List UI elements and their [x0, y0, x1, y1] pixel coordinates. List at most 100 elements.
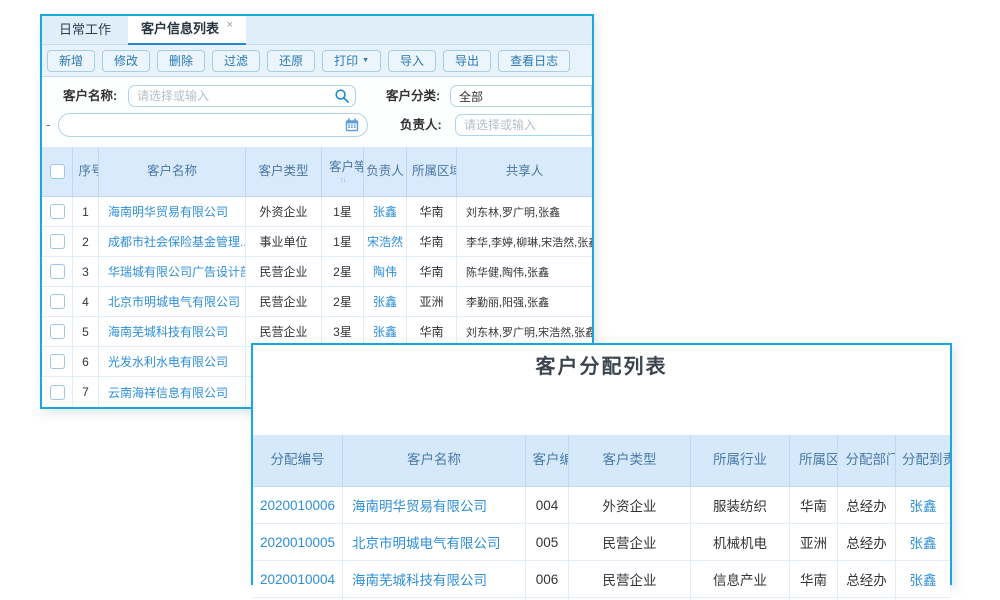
region-cell: 华南 — [407, 227, 457, 256]
row-checkbox[interactable] — [50, 324, 65, 339]
checkbox-cell — [42, 257, 73, 286]
restore-button[interactable]: 还原 — [267, 50, 315, 72]
page-canvas: 日常工作 客户信息列表 × 新增 修改 删除 过滤 还原 打印 ▼ 导入 导出 … — [0, 0, 1000, 600]
owner-cell[interactable]: 宋浩然 — [364, 227, 407, 256]
row-checkbox[interactable] — [50, 385, 65, 400]
owner-cell[interactable]: 张鑫 — [364, 287, 407, 316]
assignee-cell[interactable]: 张鑫 — [896, 487, 950, 523]
toolbar: 新增 修改 删除 过滤 还原 打印 ▼ 导入 导出 查看日志 — [42, 45, 592, 77]
col-customer-type: 客户类型 — [246, 147, 322, 196]
customer-name-label: 客户名称: — [63, 85, 117, 107]
customer-type-cell: 事业单位 — [246, 227, 322, 256]
customer-name-cell[interactable]: 云南海祥信息有限公司 — [99, 377, 246, 407]
assignee-cell[interactable]: 张鑫 — [896, 524, 950, 560]
filter-button[interactable]: 过滤 — [212, 50, 260, 72]
owner-cell[interactable]: 张鑫 — [364, 317, 407, 346]
col-customer-no: 客户编号 — [526, 435, 569, 486]
region-cell: 华南 — [790, 487, 838, 523]
tab-label: 日常工作 — [59, 22, 111, 37]
import-button[interactable]: 导入 — [388, 50, 436, 72]
assignee-cell[interactable]: 张鑫 — [896, 561, 950, 597]
region-cell: 华南 — [407, 317, 457, 346]
region-cell: 华南 — [407, 257, 457, 286]
customer-name-cell[interactable]: 北京市明城电气有限公司 — [99, 287, 246, 316]
date-input[interactable] — [58, 113, 368, 137]
owner-cell[interactable]: 陶伟 — [364, 257, 407, 286]
customer-no-cell: 005 — [526, 524, 569, 560]
col-customer-name: 客户名称 — [343, 435, 526, 486]
col-department: 分配部门 — [838, 435, 896, 486]
select-all-checkbox[interactable] — [50, 164, 65, 179]
checkbox-cell — [42, 197, 73, 226]
allocation-id-cell[interactable]: 2020010005 — [253, 524, 343, 560]
customer-type-cell: 民营企业 — [569, 561, 691, 597]
panel-title: 客户分配列表 — [253, 345, 950, 383]
view-log-button[interactable]: 查看日志 — [498, 50, 570, 72]
customer-type-cell: 外资企业 — [569, 487, 691, 523]
industry-cell: 服装纺织 — [691, 487, 790, 523]
customer-type-cell: 外资企业 — [246, 197, 322, 226]
seq-cell: 7 — [73, 377, 99, 407]
seq-cell: 4 — [73, 287, 99, 316]
col-customer-grade[interactable]: 客户等级↑↓ — [322, 147, 364, 196]
print-button[interactable]: 打印 ▼ — [322, 50, 381, 72]
table-row[interactable]: 4北京市明城电气有限公司民营企业2星张鑫亚洲李勤丽,阳强,张鑫 — [42, 287, 592, 317]
delete-button[interactable]: 删除 — [157, 50, 205, 72]
col-owner: 负责人 — [364, 147, 407, 196]
industry-cell: 信息产业 — [691, 561, 790, 597]
checkbox-header-cell — [42, 147, 73, 196]
row-checkbox[interactable] — [50, 264, 65, 279]
customer-name-cell[interactable]: 海南芜城科技有限公司 — [99, 317, 246, 346]
customer-name-cell[interactable]: 华瑞城有限公司广告设计部 — [99, 257, 246, 286]
col-customer-type: 客户类型 — [569, 435, 691, 486]
customer-no-cell: 006 — [526, 561, 569, 597]
new-button[interactable]: 新增 — [47, 50, 95, 72]
row-checkbox[interactable] — [50, 204, 65, 219]
table-row[interactable]: 2成都市社会保险基金管理...事业单位1星宋浩然华南李华,李婷,柳琳,宋浩然,张… — [42, 227, 592, 257]
caret-down-icon: ▼ — [362, 51, 369, 71]
customer-category-select[interactable] — [450, 85, 592, 107]
table-row[interactable]: 2020010005北京市明城电气有限公司005民营企业机械机电亚洲总经办张鑫 — [253, 524, 950, 561]
export-button[interactable]: 导出 — [443, 50, 491, 72]
region-cell: 华南 — [407, 197, 457, 226]
customer-name-cell[interactable]: 海南芜城科技有限公司 — [343, 561, 526, 597]
col-allocation-id: 分配编号 — [253, 435, 343, 486]
tab-daily-work[interactable]: 日常工作 — [42, 16, 128, 44]
search-icon[interactable] — [334, 88, 350, 104]
customer-name-input[interactable] — [128, 85, 356, 107]
table-row[interactable]: 2020010006海南明华贸易有限公司004外资企业服装纺织华南总经办张鑫 — [253, 487, 950, 524]
calendar-icon[interactable] — [344, 117, 360, 133]
allocation-id-cell[interactable]: 2020010004 — [253, 561, 343, 597]
shared-cell: 陈华健,陶伟,张鑫 — [457, 257, 592, 286]
table-row[interactable]: 1海南明华贸易有限公司外资企业1星张鑫华南刘东林,罗广明,张鑫 — [42, 197, 592, 227]
department-cell: 总经办 — [838, 561, 896, 597]
table-row[interactable]: 3华瑞城有限公司广告设计部民营企业2星陶伟华南陈华健,陶伟,张鑫 — [42, 257, 592, 287]
row-checkbox[interactable] — [50, 234, 65, 249]
customer-name-cell[interactable]: 海南明华贸易有限公司 — [343, 487, 526, 523]
close-icon[interactable]: × — [227, 19, 233, 31]
owner-input[interactable] — [455, 114, 592, 136]
customer-name-cell[interactable]: 成都市社会保险基金管理... — [99, 227, 246, 256]
col-assignee: 分配到责任人 — [896, 435, 950, 486]
seq-cell: 2 — [73, 227, 99, 256]
row-checkbox[interactable] — [50, 294, 65, 309]
customer-name-cell[interactable]: 北京市明城电气有限公司 — [343, 524, 526, 560]
col-shared: 共享人 — [457, 147, 592, 196]
allocation-table: 分配编号客户名称客户编号客户类型所属行业所属区域分配部门分配到责任人202001… — [253, 435, 950, 600]
row-checkbox[interactable] — [50, 354, 65, 369]
customer-no-cell: 004 — [526, 487, 569, 523]
col-region: 所属区域 — [407, 147, 457, 196]
customer-name-cell[interactable]: 海南明华贸易有限公司 — [99, 197, 246, 226]
owner-cell[interactable]: 张鑫 — [364, 197, 407, 226]
shared-cell: 刘东林,罗广明,宋浩然,张鑫 — [457, 317, 592, 346]
customer-grade-cell: 2星 — [322, 257, 364, 286]
sort-icon[interactable]: ↑↓ — [340, 176, 346, 184]
tab-customer-info-list[interactable]: 客户信息列表 × — [128, 16, 246, 45]
checkbox-cell — [42, 287, 73, 316]
customer-name-cell[interactable]: 光发水利水电有限公司 — [99, 347, 246, 376]
col-customer-name: 客户名称 — [99, 147, 246, 196]
allocation-id-cell[interactable]: 2020010006 — [253, 487, 343, 523]
table-row[interactable]: 2020010004海南芜城科技有限公司006民营企业信息产业华南总经办张鑫 — [253, 561, 950, 598]
edit-button[interactable]: 修改 — [102, 50, 150, 72]
tab-label: 客户信息列表 — [141, 21, 219, 36]
